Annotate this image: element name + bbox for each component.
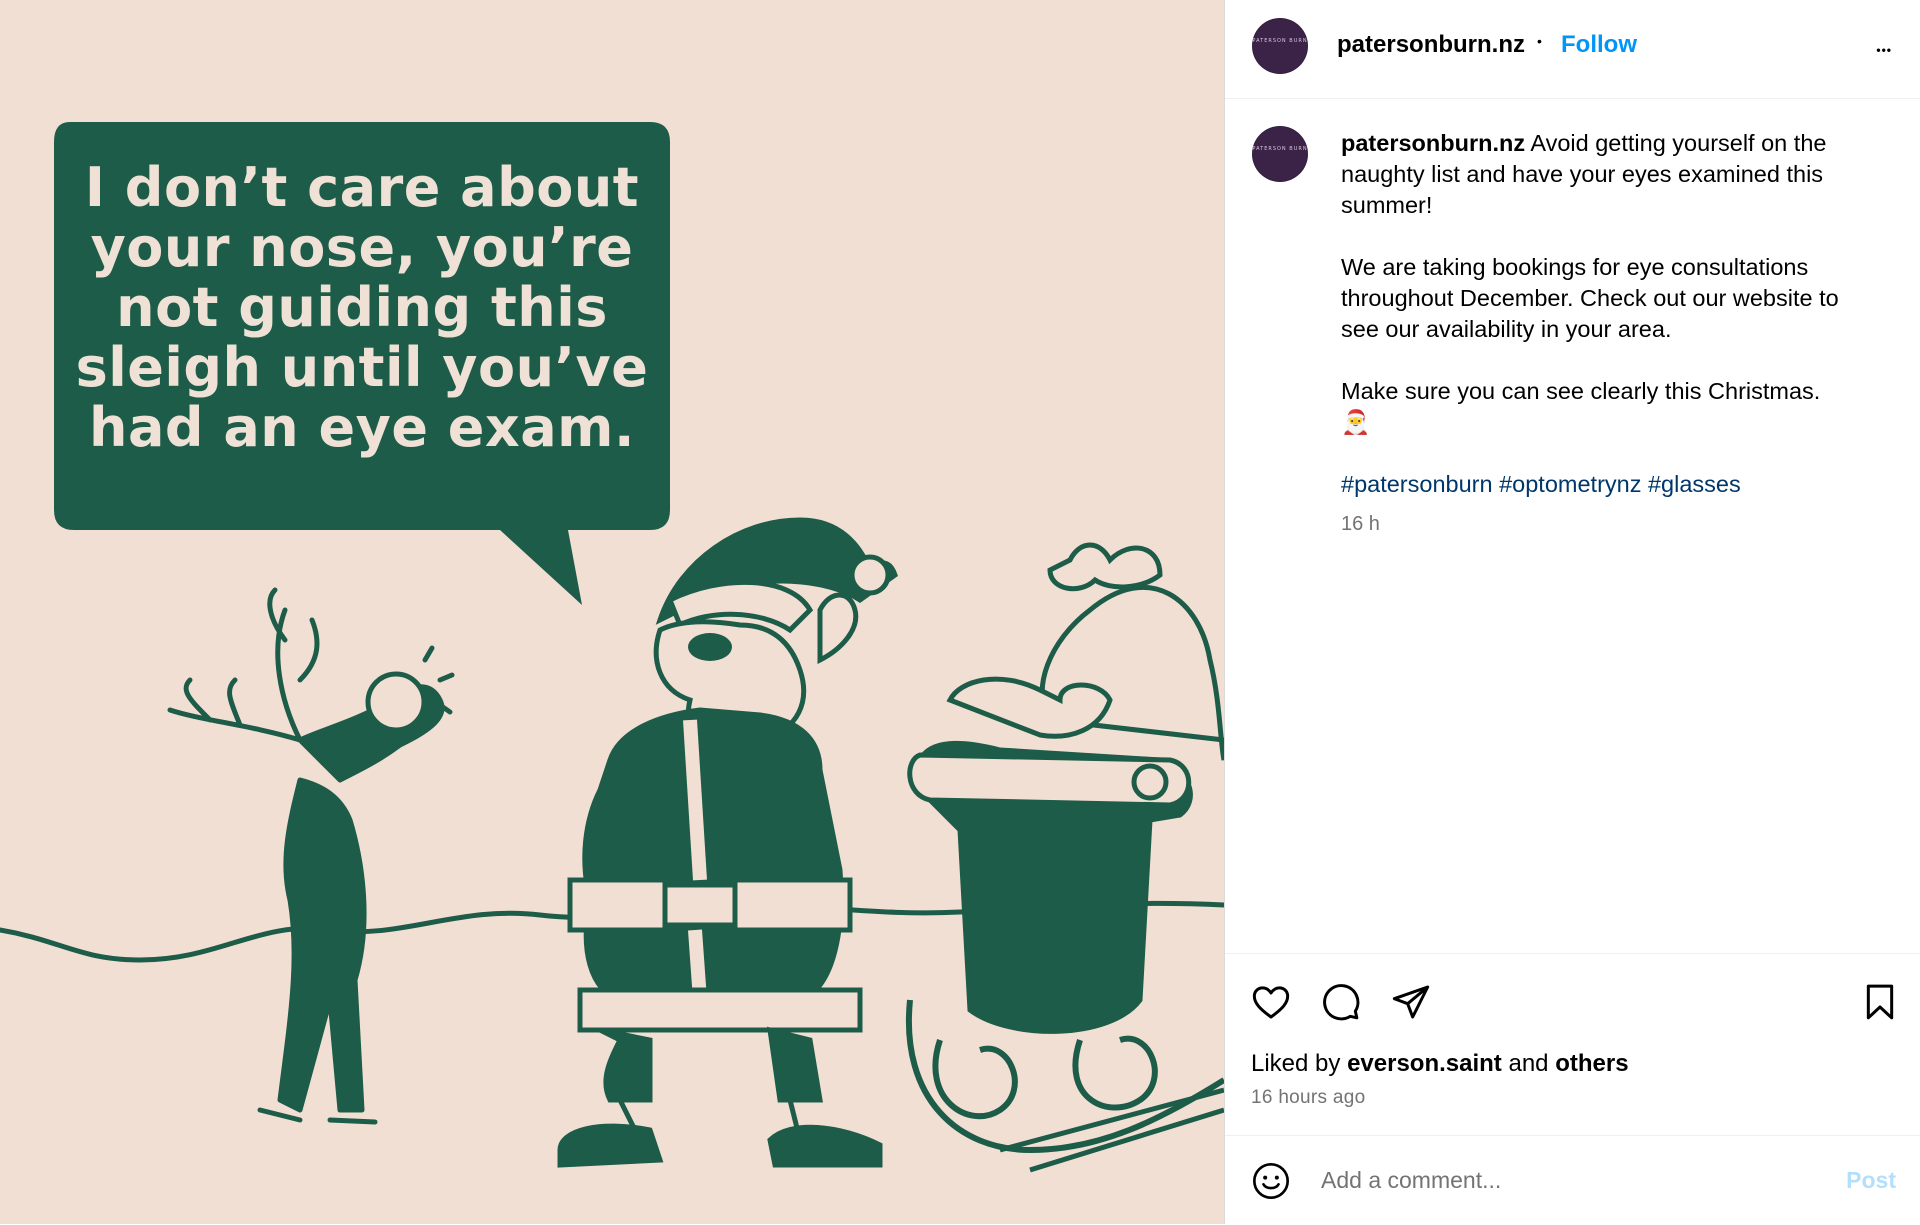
bubble-line: not guiding this [116,276,608,339]
sleigh-illustration [905,542,1224,1173]
post-sidebar: PATERSON BURN patersonburn.nz • Follow •… [1224,0,1920,1224]
separator-dot: • [1537,33,1542,49]
bubble-line: your nose, you’re [90,216,634,279]
heart-icon[interactable] [1251,982,1291,1022]
avatar[interactable]: PATERSON BURN [1252,18,1308,74]
post-timestamp[interactable]: 16 hours ago [1251,1087,1366,1109]
username-link[interactable]: patersonburn.nz [1337,31,1525,59]
likes-conj: and [1508,1050,1549,1077]
bookmark-icon[interactable] [1860,982,1900,1022]
avatar-text: PATERSON BURN [1252,146,1308,152]
reindeer-illustration [167,587,455,1125]
bubble-line: had an eye exam. [89,396,635,459]
caption-avatar[interactable]: PATERSON BURN [1252,126,1308,182]
follow-button[interactable]: Follow [1561,31,1637,59]
likes-summary: Liked by everson.saint and others [1251,1050,1629,1078]
likes-prefix: Liked by [1251,1050,1341,1077]
caption-username[interactable]: patersonburn.nz [1341,130,1525,156]
hashtags[interactable]: #patersonburn #optometrynz #glasses [1341,469,1881,500]
actions-bar [1225,953,1920,1021]
speech-bubble-text: I don’t care about your nose, you’re not… [54,158,670,458]
avatar-text: PATERSON BURN [1252,38,1308,44]
post-comment-button[interactable]: Post [1846,1167,1896,1194]
santa-illustration [557,517,898,1168]
emoji-icon[interactable] [1251,1161,1291,1201]
caption-time[interactable]: 16 h [1341,513,1380,536]
caption-line-3: Make sure you can see clearly this Chris… [1341,378,1821,404]
post-header: PATERSON BURN patersonburn.nz • Follow •… [1225,0,1920,99]
comment-bar: Add a comment... Post [1225,1135,1920,1225]
bubble-line: sleigh until you’ve [75,336,649,399]
share-icon[interactable] [1391,982,1431,1022]
more-options-icon[interactable]: ••• [1876,38,1892,62]
caption-intro: patersonburn.nz Avoid getting yourself o… [1341,128,1881,221]
caption: patersonburn.nz Avoid getting yourself o… [1341,128,1881,500]
instagram-post: I don’t care about your nose, you’re not… [0,0,1920,1224]
post-image[interactable]: I don’t care about your nose, you’re not… [0,0,1224,1224]
caption-line-2: We are taking bookings for eye consultat… [1341,254,1839,342]
comment-icon[interactable] [1321,982,1361,1022]
bubble-line: I don’t care about [84,156,640,219]
likes-user-link[interactable]: everson.saint [1347,1050,1502,1077]
caption-emoji: 🎅 [1341,409,1371,435]
comment-input[interactable]: Add a comment... [1321,1167,1501,1194]
likes-others-link[interactable]: others [1555,1050,1628,1077]
